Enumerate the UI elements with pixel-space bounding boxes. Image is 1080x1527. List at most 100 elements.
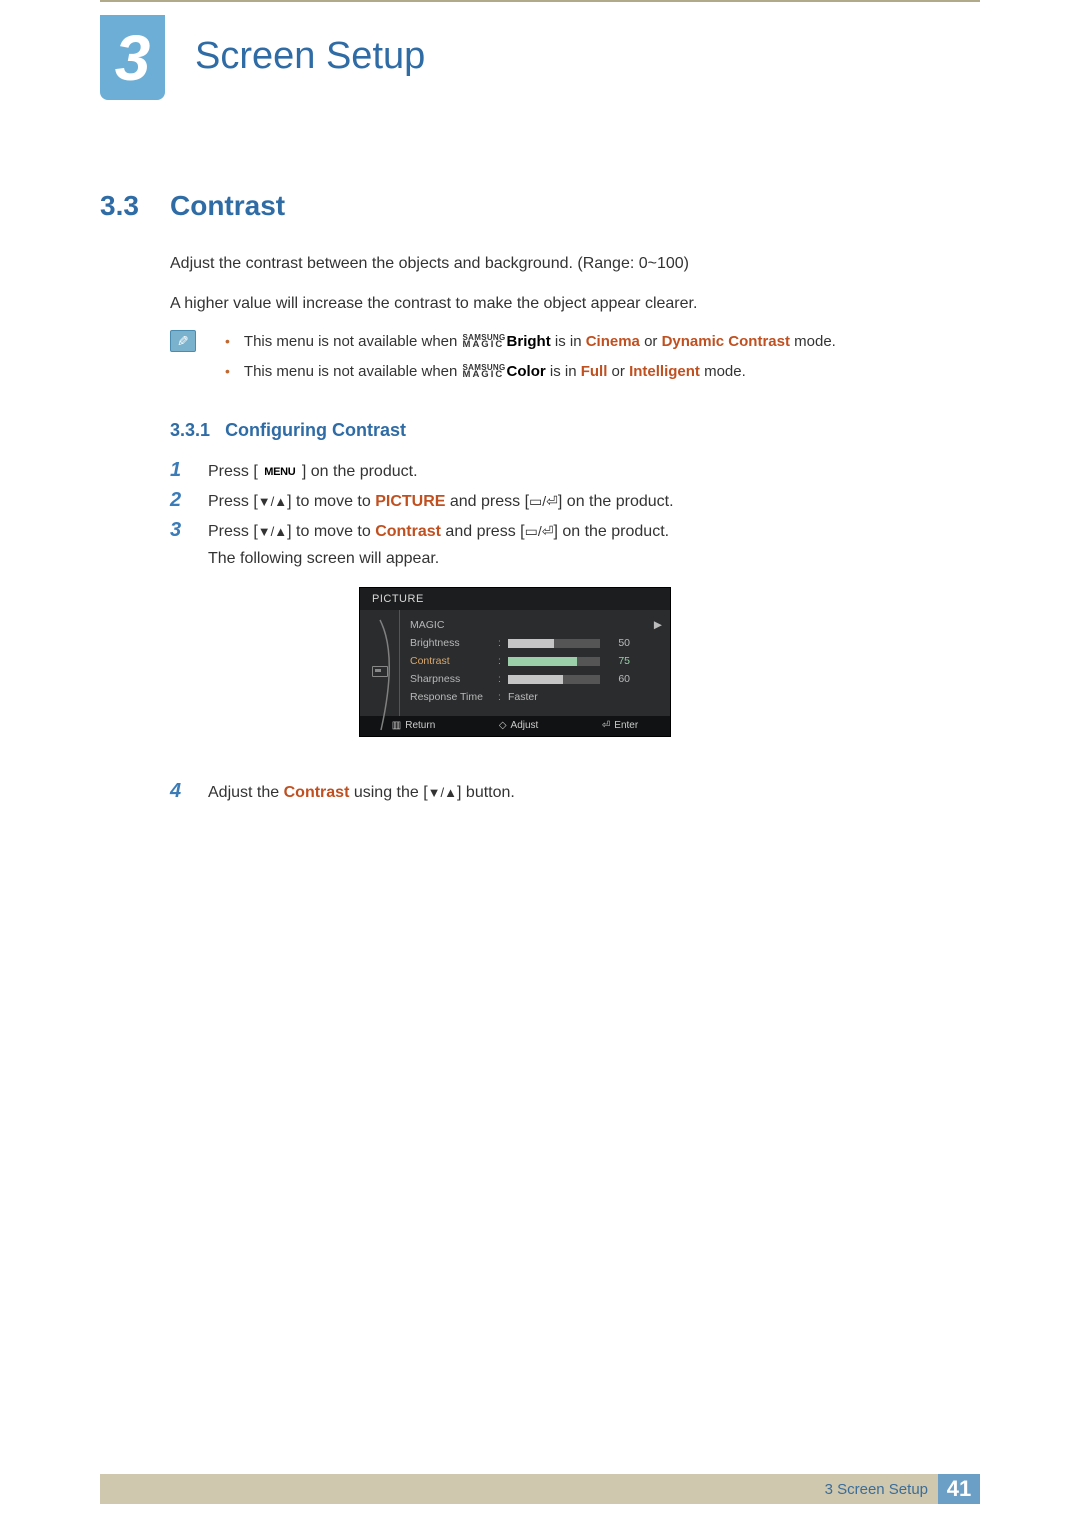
step-number: 3: [170, 519, 190, 542]
note-2-text: This menu is not available when SAMSUNGM…: [244, 363, 746, 380]
step-3: 3 Press [▼/▲] to move to Contrast and pr…: [170, 519, 669, 542]
page-footer: 3 Screen Setup 41: [100, 1474, 980, 1504]
note-1-text: This menu is not available when SAMSUNGM…: [244, 333, 836, 350]
osd-row-sharpness: Sharpness : 60: [410, 670, 662, 688]
note-2-mode-b: Intelligent: [629, 363, 700, 380]
chapter-number: 3: [115, 21, 151, 95]
step-2-c: and press [: [445, 493, 529, 510]
osd-contrast-fill: [508, 657, 577, 666]
picture-icon: [372, 666, 388, 677]
step-3-a: Press [: [208, 523, 258, 540]
step-2-d: ] on the product.: [558, 493, 674, 510]
osd-brightness-fill: [508, 639, 554, 648]
osd-colon: :: [498, 655, 508, 667]
intro-line-1: Adjust the contrast between the objects …: [170, 252, 689, 276]
step-4-target: Contrast: [284, 784, 350, 801]
note-bullet-1: • This menu is not available when SAMSUN…: [225, 333, 836, 350]
osd-response-value: Faster: [508, 691, 538, 703]
step-3-target: Contrast: [375, 523, 441, 540]
note-2-mode-a: Full: [581, 363, 608, 380]
osd-contrast-value: 75: [606, 655, 630, 667]
note-2-or: or: [607, 363, 629, 380]
section-title: Contrast: [170, 190, 285, 222]
osd-sharpness-fill: [508, 675, 563, 684]
osd-return-label: Return: [405, 720, 435, 731]
step-3-c: and press [: [441, 523, 525, 540]
osd-adjust-label: Adjust: [511, 720, 539, 731]
osd-body: MAGIC ▶ Brightness : 50 Contrast : 75 Sh…: [360, 610, 670, 716]
step-2-b: ] to move to: [287, 493, 375, 510]
osd-brightness-bar: [508, 639, 600, 648]
osd-colon: :: [498, 691, 508, 703]
subsection-title: Configuring Contrast: [225, 420, 406, 440]
subsection-heading: 3.3.1 Configuring Contrast: [170, 420, 406, 441]
note-1-feature: Bright: [507, 333, 551, 350]
step-number: 1: [170, 459, 190, 482]
samsung-magic-brand: SAMSUNGMAGIC: [463, 334, 506, 350]
osd-left-rail: [360, 610, 400, 716]
step-4-b: using the [: [349, 784, 427, 801]
osd-response-label: Response Time: [410, 691, 498, 703]
note-bullet-2: • This menu is not available when SAMSUN…: [225, 363, 746, 380]
step-3-text: Press [▼/▲] to move to Contrast and pres…: [208, 523, 669, 541]
enter-button-icon: ▭/⏎: [525, 523, 554, 540]
footer-breadcrumb: 3 Screen Setup: [825, 1481, 928, 1498]
osd-row-response: Response Time : Faster: [410, 688, 662, 706]
note-1-mid: is in: [551, 333, 586, 350]
samsung-magic-brand: SAMSUNGMAGIC: [463, 364, 506, 380]
chevron-right-icon: ▶: [654, 619, 662, 631]
adjust-icon: ◇: [499, 720, 507, 731]
step-3-b: ] to move to: [287, 523, 375, 540]
step-4: 4 Adjust the Contrast using the [▼/▲] bu…: [170, 780, 515, 803]
brand-bottom: MAGIC: [463, 341, 506, 350]
step-1-a: Press [: [208, 463, 262, 480]
updown-arrows-icon: ▼/▲: [258, 524, 287, 539]
osd-colon: :: [498, 637, 508, 649]
enter-icon: ⏎: [602, 720, 610, 731]
brand-bottom: MAGIC: [463, 371, 506, 380]
bullet-dot-icon: •: [225, 363, 230, 379]
step-1-b: ] on the product.: [297, 463, 417, 480]
note-1-mode-b: Dynamic Contrast: [662, 333, 790, 350]
note-2-post: mode.: [700, 363, 746, 380]
menu-button-icon: MENU: [262, 465, 297, 479]
osd-enter-label: Enter: [614, 720, 638, 731]
osd-row-magic: MAGIC ▶: [410, 616, 662, 634]
step-2: 2 Press [▼/▲] to move to PICTURE and pre…: [170, 489, 674, 512]
osd-colon: :: [498, 673, 508, 685]
step-number: 2: [170, 489, 190, 512]
step-3-followup: The following screen will appear.: [208, 550, 439, 568]
step-2-text: Press [▼/▲] to move to PICTURE and press…: [208, 493, 674, 511]
osd-enter: ⏎ Enter: [602, 720, 638, 731]
chapter-title: Screen Setup: [195, 35, 425, 78]
osd-adjust: ◇ Adjust: [499, 720, 539, 731]
osd-sharpness-bar: [508, 675, 600, 684]
updown-arrows-icon: ▼/▲: [428, 785, 457, 800]
note-icon: [170, 330, 196, 352]
step-number: 4: [170, 780, 190, 803]
note-2-feature: Color: [507, 363, 546, 380]
intro-line-2: A higher value will increase the contras…: [170, 292, 697, 316]
updown-arrows-icon: ▼/▲: [258, 494, 287, 509]
osd-brightness-label: Brightness: [410, 637, 498, 649]
osd-sharpness-label: Sharpness: [410, 673, 498, 685]
note-1-or: or: [640, 333, 662, 350]
osd-magic-label: MAGIC: [410, 619, 498, 631]
subsection-number: 3.3.1: [170, 420, 210, 440]
osd-row-contrast: Contrast : 75: [410, 652, 662, 670]
step-1-text: Press [ MENU ] on the product.: [208, 463, 418, 481]
step-1: 1 Press [ MENU ] on the product.: [170, 459, 418, 482]
osd-contrast-bar: [508, 657, 600, 666]
step-2-target: PICTURE: [375, 493, 445, 510]
note-1-mode-a: Cinema: [586, 333, 640, 350]
step-4-a: Adjust the: [208, 784, 284, 801]
osd-screenshot: PICTURE MAGIC ▶ Brightness : 50 Contrast…: [360, 588, 670, 736]
osd-title: PICTURE: [360, 588, 670, 610]
step-4-c: ] button.: [457, 784, 515, 801]
osd-sharpness-value: 60: [606, 673, 630, 685]
section-number: 3.3: [100, 190, 139, 222]
note-1-post: mode.: [790, 333, 836, 350]
osd-brightness-value: 50: [606, 637, 630, 649]
step-4-text: Adjust the Contrast using the [▼/▲] butt…: [208, 784, 515, 802]
step-2-a: Press [: [208, 493, 258, 510]
